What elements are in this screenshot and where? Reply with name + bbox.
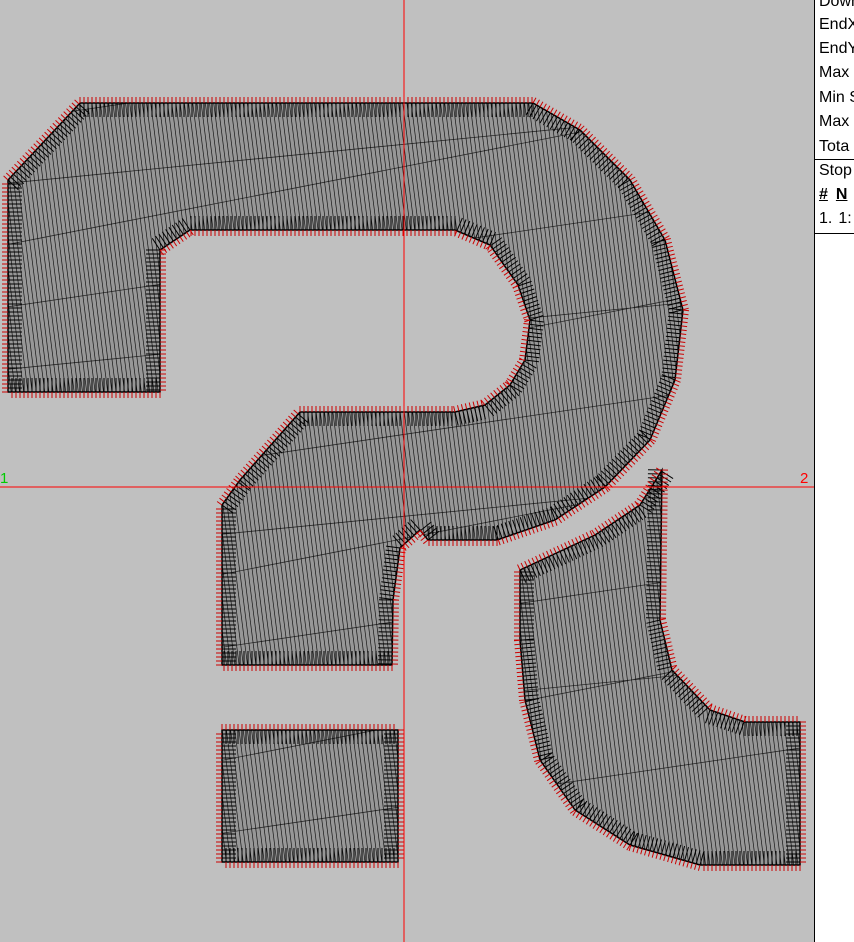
stops-row-index: 1.	[819, 210, 833, 227]
stops-table-row: 1. 1:	[819, 210, 854, 228]
stats-panel: Down EndX EndY Max Min S Max Tota Stop #…	[814, 0, 854, 942]
stat-end-x: EndX	[819, 16, 854, 33]
stat-total: Tota	[819, 138, 850, 155]
stitch-preview-canvas[interactable]: 1 2	[0, 0, 814, 942]
stops-row-needle: 1:	[838, 210, 852, 227]
stat-min-stitch: Min S	[819, 89, 854, 106]
stat-end-y: EndY	[819, 40, 854, 57]
marker-label-1: 1	[0, 470, 9, 487]
stops-col-number: #	[819, 186, 828, 203]
stops-col-needle: N	[835, 186, 848, 203]
panel-divider	[815, 159, 854, 160]
stat-down: Down	[819, 0, 854, 10]
stops-label: Stop	[819, 162, 852, 179]
stitch-design	[0, 0, 814, 942]
panel-divider-bottom	[815, 233, 854, 234]
stops-table-header: # N	[819, 186, 854, 204]
stat-max-2: Max	[819, 113, 850, 130]
stat-max-1: Max	[819, 64, 850, 81]
marker-label-2: 2	[800, 470, 809, 487]
